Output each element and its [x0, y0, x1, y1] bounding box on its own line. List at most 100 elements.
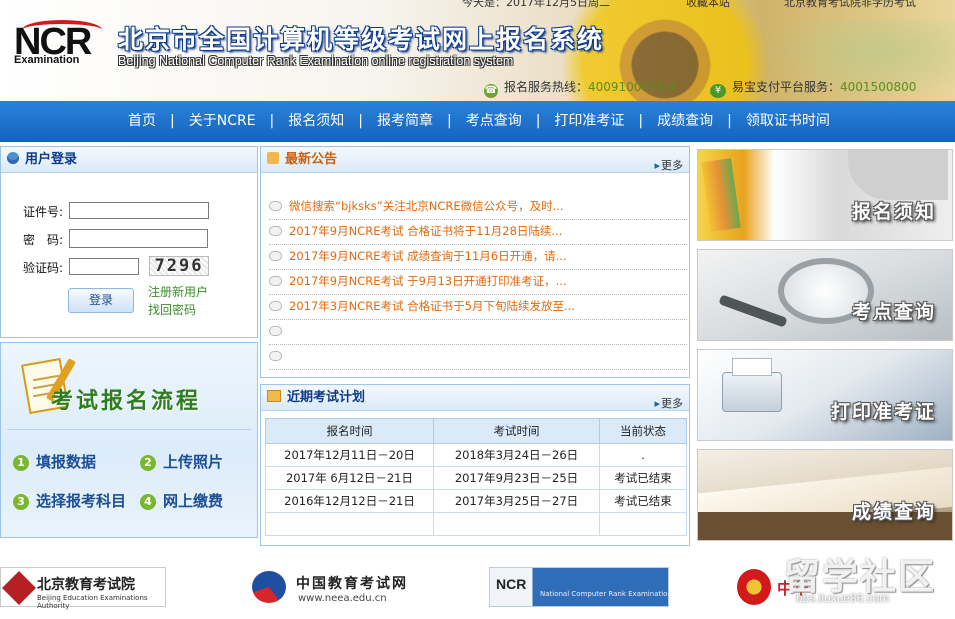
plan-more-link[interactable]: 更多: [654, 391, 683, 416]
table-cell: 2017年 6月12日－21日: [265, 466, 434, 490]
flow-step-online-payment[interactable]: 4 网上缴费: [140, 490, 223, 511]
speech-bubble-icon: [269, 201, 282, 211]
table-cell: 考试已结束: [599, 489, 687, 513]
flow-step-select-subject[interactable]: 3 选择报考科目: [13, 490, 126, 511]
table-cell: 2017年12月11日－20日: [265, 443, 434, 467]
banner-label: 报名须知: [851, 201, 936, 223]
top-bar: 今天是：2017年12月5日周二 收藏本站 北京教育考试院非学历考试: [440, 0, 955, 10]
notice-more-link[interactable]: 更多: [654, 153, 683, 178]
table-header-row: 报名时间 考试时间 当前状态: [265, 418, 687, 444]
hotline-label: 报名服务热线：: [504, 80, 589, 94]
speech-bubble-icon: [269, 326, 282, 336]
nav-item-about[interactable]: 关于NCRE: [181, 101, 264, 142]
national-emblem-icon: [737, 569, 771, 605]
banner-registration-notice[interactable]: 报名须知: [697, 149, 953, 241]
column-header: 当前状态: [599, 418, 687, 444]
announcement-icon: [267, 152, 279, 164]
table-cell: 考试已结束: [599, 466, 687, 490]
list-item[interactable]: 2017年9月NCRE考试 合格证书将于11月28日陆续...: [269, 220, 687, 245]
ncre-logo[interactable]: NCR Examination: [14, 20, 108, 70]
main-nav: 首页 | 关于NCRE | 报名须知 | 报考简章 | 考点查询 | 打印准考证…: [0, 101, 955, 142]
login-header: 用户登录: [1, 147, 257, 173]
table-cell: 2018年3月24日－26日: [433, 443, 600, 467]
authority-emblem-icon: [2, 571, 36, 605]
captcha-input[interactable]: [69, 258, 139, 275]
banner-label: 成绩查询: [851, 501, 936, 523]
list-item[interactable]: 2017年9月NCRE考试 成绩查询于11月6日开通，请...: [269, 245, 687, 270]
table-cell: 2017年3月25日－27日: [433, 489, 600, 513]
nav-item-notice[interactable]: 报名须知: [280, 101, 352, 142]
exam-plan-table: 报名时间 考试时间 当前状态 2017年12月11日－20日 2018年3月24…: [265, 418, 687, 536]
nav-separator: |: [727, 113, 732, 129]
nav-separator: |: [358, 113, 363, 129]
payment-icon: ¥: [710, 84, 726, 98]
exam-plan-panel: 近期考试计划 更多 报名时间 考试时间 当前状态 2017年12月11日－20日…: [260, 384, 690, 546]
flow-step-fill-data[interactable]: 1 填报数据: [13, 451, 96, 472]
speech-bubble-icon: [269, 301, 282, 311]
plan-header: 近期考试计划 更多: [261, 385, 689, 411]
nav-item-print-ticket[interactable]: 打印准考证: [546, 101, 632, 142]
banner-test-site-query[interactable]: 考点查询: [697, 249, 953, 341]
current-date: 今天是：2017年12月5日周二: [462, 0, 610, 9]
table-cell: [433, 512, 600, 536]
captcha-image[interactable]: 7296: [149, 256, 209, 276]
banner-print-admission-ticket[interactable]: 打印准考证: [697, 349, 953, 441]
watermark-url: bbs.liuxue86.com: [796, 591, 890, 605]
table-cell: .: [599, 443, 687, 467]
nav-separator: |: [446, 113, 452, 129]
pay-number: 4001500800: [840, 80, 917, 94]
table-row: 2017年12月11日－20日 2018年3月24日－26日 .: [265, 443, 687, 467]
nav-item-certificate[interactable]: 领取证书时间: [738, 101, 838, 142]
beijing-education-authority-logo[interactable]: 北京教育考试院 Beijing Education Examinations A…: [0, 567, 166, 610]
site-header: 今天是：2017年12月5日周二 收藏本站 北京教育考试院非学历考试 NCR E…: [0, 0, 955, 101]
speech-bubble-icon: [269, 276, 282, 286]
flow-divider: [7, 429, 251, 430]
neea-emblem-icon: [252, 571, 286, 603]
nav-separator: |: [638, 113, 644, 129]
plan-title: 近期考试计划: [287, 390, 366, 405]
forgot-password-link[interactable]: 找回密码: [148, 301, 208, 319]
list-item[interactable]: 2017年3月NCRE考试 合格证书于5月下旬陆续发放至...: [269, 295, 687, 320]
service-hotline: ☎ 报名服务热线：4009100915-4: [484, 78, 676, 98]
login-button[interactable]: 登录: [68, 288, 134, 313]
login-panel: 用户登录 证件号: 密 码: 验证码: 7296 登录 注册新用户 找回密码: [0, 146, 258, 338]
ncre-bottom-logo[interactable]: NCR National Computer Rank Examination: [489, 567, 672, 607]
password-input[interactable]: [69, 229, 208, 248]
table-cell: 2017年9月23日－25日: [433, 466, 600, 490]
neea-logo[interactable]: 中国教育考试网 www.neea.edu.cn: [248, 567, 418, 607]
table-row: [265, 512, 687, 536]
flow-title: 考试报名流程: [51, 389, 202, 414]
hotline-number: 4009100915-4: [588, 80, 677, 94]
logo-subtext: Examination: [14, 54, 80, 66]
banner-label: 打印准考证: [830, 401, 936, 423]
nav-separator: |: [170, 113, 175, 129]
nav-separator: |: [269, 113, 275, 129]
add-favorite-link[interactable]: 收藏本站: [686, 0, 730, 10]
non-degree-exam-link[interactable]: 北京教育考试院非学历考试: [784, 0, 916, 10]
nav-item-guide[interactable]: 报考简章: [369, 101, 441, 142]
list-item[interactable]: 微信搜索“bjksks”关注北京NCRE微信公众号，及时...: [269, 195, 687, 220]
notice-header: 最新公告 更多: [261, 147, 689, 173]
id-label: 证件号:: [23, 205, 64, 219]
list-item[interactable]: 2017年9月NCRE考试 于9月13日开通打印准考证，...: [269, 270, 687, 295]
payment-service: ¥ 易宝支付平台服务：4001500800: [710, 78, 916, 98]
nav-item-home[interactable]: 首页: [120, 101, 164, 142]
flow-step-upload-photo[interactable]: 2 上传照片: [140, 451, 223, 472]
nav-separator: |: [535, 113, 541, 129]
registration-flow-panel: 考试报名流程 1 填报数据 2 上传照片 3 选择报考科目 4 网上缴费: [0, 342, 258, 538]
notice-list: 微信搜索“bjksks”关注北京NCRE微信公众号，及时... 2017年9月N…: [269, 195, 687, 370]
banner-score-query[interactable]: 成绩查询: [697, 449, 953, 541]
register-link[interactable]: 注册新用户: [148, 283, 208, 301]
list-item: [269, 345, 687, 370]
table-row: 2016年12月12日－21日 2017年3月25日－27日 考试已结束: [265, 489, 687, 513]
phone-icon: ☎: [484, 84, 498, 98]
list-item: [269, 320, 687, 345]
table-row: 2017年 6月12日－21日 2017年9月23日－25日 考试已结束: [265, 466, 687, 490]
speech-bubble-icon: [269, 251, 282, 261]
table-cell: [265, 512, 434, 536]
nav-item-test-site[interactable]: 考点查询: [458, 101, 530, 142]
id-number-input[interactable]: [69, 202, 209, 219]
nav-item-score[interactable]: 成绩查询: [649, 101, 721, 142]
captcha-label: 验证码:: [23, 261, 64, 275]
pencil-note-icon: [267, 390, 281, 402]
